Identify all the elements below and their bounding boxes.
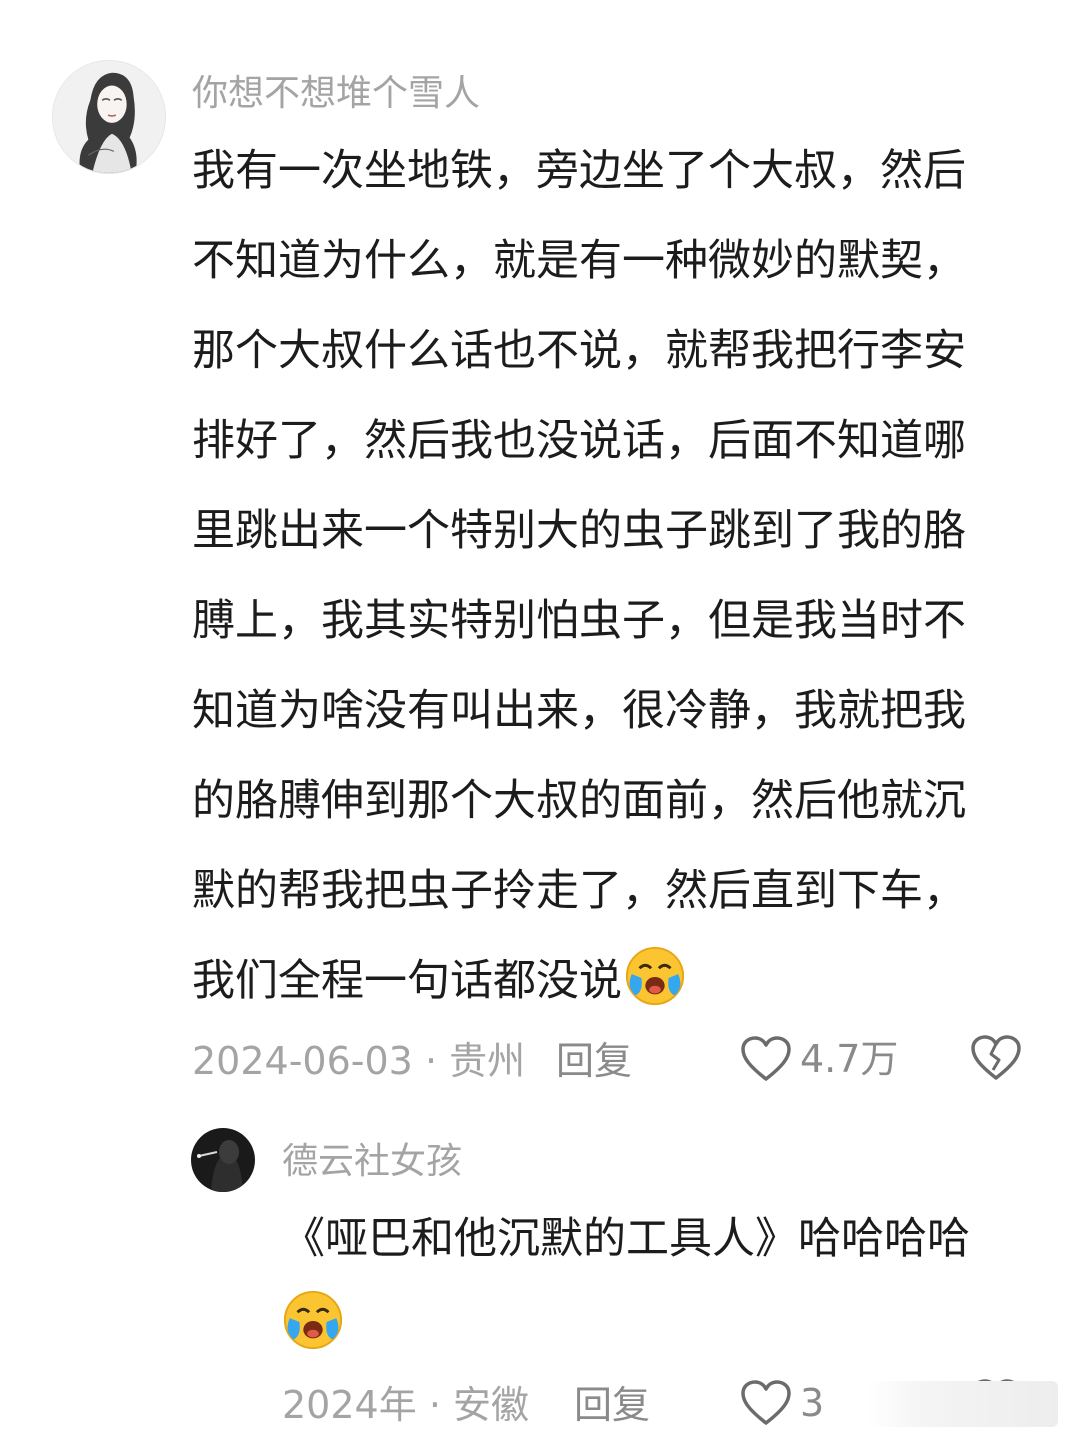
comment-line: 里跳出来一个特别大的虫子跳到了我的胳 bbox=[192, 506, 966, 556]
comment-line: 膊上，我其实特别怕虫子，但是我当时不 bbox=[192, 596, 966, 646]
comment-line-last: 我们全程一句话都没说 bbox=[192, 936, 966, 1026]
comment-text: 我有一次坐地铁，旁边坐了个大叔，然后 不知道为什么，就是有一种微妙的默契， 那个… bbox=[192, 126, 966, 1026]
comment-line: 《哑巴和他沉默的工具人》哈哈哈哈 bbox=[282, 1214, 970, 1264]
comment-line: 不知道为什么，就是有一种微妙的默契， bbox=[192, 236, 966, 286]
laugh-cry-emoji-icon bbox=[624, 945, 686, 1007]
meta-separator: · bbox=[428, 1383, 453, 1427]
heart-icon bbox=[740, 1379, 792, 1427]
comment-line: 我有一次坐地铁，旁边坐了个大叔，然后 bbox=[192, 146, 966, 196]
reply-button[interactable]: 回复 bbox=[556, 1036, 632, 1086]
username[interactable]: 德云社女孩 bbox=[282, 1140, 462, 1184]
laugh-cry-emoji-icon bbox=[282, 1289, 344, 1351]
comment-line: 知道为啥没有叫出来，很冷静，我就把我 bbox=[192, 686, 966, 736]
dark-photo-avatar-image bbox=[191, 1128, 255, 1192]
comment-line-text: 我们全程一句话都没说 bbox=[192, 956, 622, 1006]
like-button[interactable]: 4.7万 bbox=[740, 1034, 898, 1084]
sketch-girl-avatar-image bbox=[53, 61, 165, 173]
watermark-overlay bbox=[868, 1381, 1058, 1427]
like-button[interactable]: 3 bbox=[740, 1378, 824, 1428]
comment-meta: 2024-06-03 · 贵州 bbox=[192, 1036, 525, 1086]
comment-line-emoji bbox=[282, 1282, 970, 1368]
comment-location: 贵州 bbox=[449, 1039, 526, 1083]
broken-heart-icon bbox=[971, 1035, 1021, 1080]
reply-button[interactable]: 回复 bbox=[574, 1380, 650, 1430]
dislike-button[interactable] bbox=[970, 1034, 1022, 1082]
avatar[interactable] bbox=[191, 1128, 255, 1192]
comment-date: 2024年 bbox=[282, 1383, 417, 1427]
like-count: 3 bbox=[800, 1381, 825, 1425]
meta-separator: · bbox=[424, 1039, 450, 1083]
comment-line: 排好了，然后我也没说话，后面不知道哪 bbox=[192, 416, 966, 466]
heart-icon bbox=[740, 1035, 792, 1083]
like-count: 4.7万 bbox=[800, 1037, 899, 1081]
comment-line: 默的帮我把虫子拎走了，然后直到下车， bbox=[192, 866, 966, 916]
comment-date: 2024-06-03 bbox=[192, 1039, 413, 1083]
username[interactable]: 你想不想堆个雪人 bbox=[192, 72, 480, 116]
comment-location: 安徽 bbox=[452, 1383, 529, 1427]
comment-meta: 2024年 · 安徽 bbox=[282, 1380, 529, 1430]
avatar[interactable] bbox=[52, 60, 166, 174]
comment-line: 那个大叔什么话也不说，就帮我把行李安 bbox=[192, 326, 966, 376]
comment-line: 的胳膊伸到那个大叔的面前，然后他就沉 bbox=[192, 776, 966, 826]
comment-text: 《哑巴和他沉默的工具人》哈哈哈哈 bbox=[282, 1196, 970, 1368]
